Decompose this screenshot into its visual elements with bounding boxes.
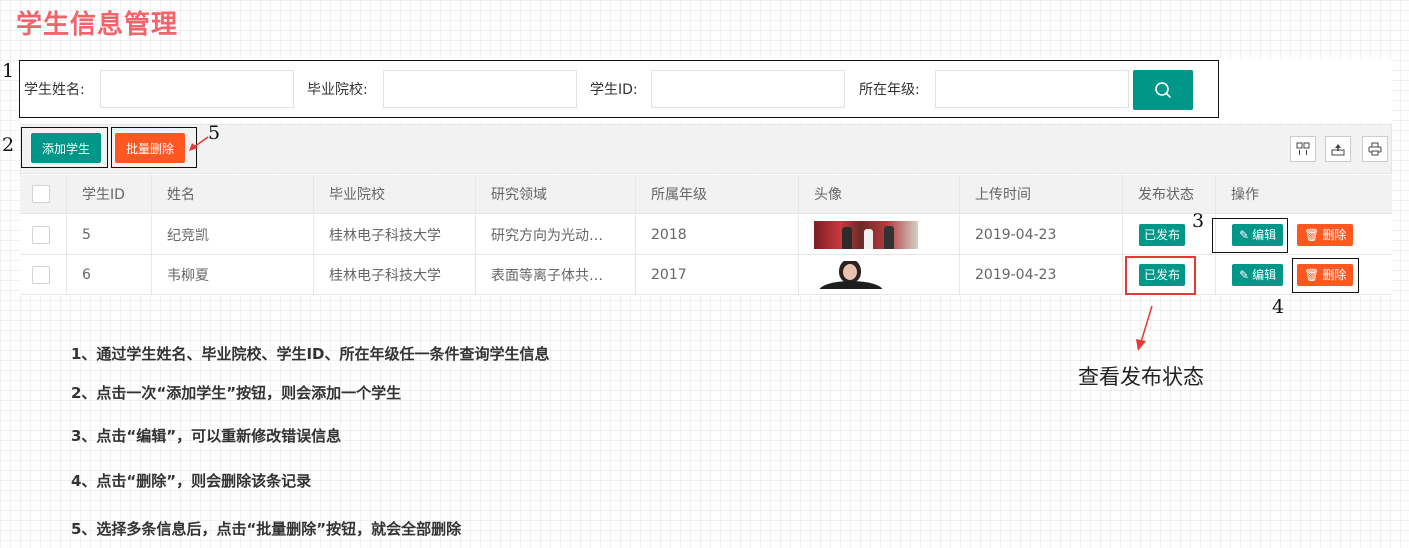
row-select-cell	[20, 215, 67, 254]
header-cell: 头像	[799, 175, 960, 213]
columns-icon[interactable]	[1290, 136, 1316, 162]
status-badge[interactable]: 已发布	[1139, 223, 1186, 246]
status-caption: 查看发布状态	[1078, 365, 1204, 389]
row-checkbox[interactable]	[32, 225, 50, 244]
annotation-box-batch-delete	[111, 127, 197, 168]
pencil-icon: ✎	[1239, 267, 1250, 282]
edit-label: 编辑	[1252, 268, 1277, 282]
cell-research-field: 研究方向为光动…	[476, 215, 636, 254]
note-1: 1、通过学生姓名、毕业院校、学生ID、所在年级任一条件查询学生信息	[71, 345, 550, 363]
cell-research-field: 表面等离子体共…	[476, 255, 636, 294]
header-select-all	[20, 175, 67, 213]
cell-student-id: 5	[67, 215, 152, 254]
table-row: 5 纪竞凯 桂林电子科技大学 研究方向为光动… 2018 2019-04-23 …	[20, 215, 1392, 255]
select-all-checkbox[interactable]	[32, 185, 50, 203]
header-cell: 学生ID	[67, 175, 152, 213]
cell-avatar	[799, 215, 960, 254]
note-2: 2、点击一次“添加学生”按钮，则会添加一个学生	[71, 384, 402, 402]
header-cell: 上传时间	[960, 175, 1123, 213]
annotation-number-2: 2	[2, 134, 15, 156]
cell-upload-time: 2019-04-23	[960, 215, 1123, 254]
cell-avatar	[799, 255, 960, 294]
header-cell: 毕业院校	[314, 175, 476, 213]
header-cell: 操作	[1231, 187, 1259, 203]
row-checkbox[interactable]	[32, 265, 50, 284]
annotation-box-delete	[1292, 258, 1359, 293]
delete-label: 删除	[1322, 228, 1347, 242]
note-5: 5、选择多条信息后，点击“批量删除”按钮，就会全部删除	[71, 520, 462, 538]
cell-student-id: 6	[67, 255, 152, 294]
note-4: 4、点击“删除”，则会删除该条记录	[71, 472, 312, 490]
annotation-box-status	[1125, 256, 1196, 295]
note-3: 3、点击“编辑”，可以重新修改错误信息	[71, 427, 342, 445]
annotation-number-1: 1	[2, 60, 15, 82]
avatar	[814, 220, 918, 249]
cell-school: 桂林电子科技大学	[314, 255, 476, 294]
arrow-to-batch-delete	[189, 136, 209, 151]
annotation-number-3: 3	[1192, 210, 1205, 232]
header-cell: 研究领域	[476, 175, 636, 213]
cell-name: 纪竞凯	[152, 215, 314, 254]
header-cell: 发布状态	[1123, 175, 1216, 213]
annotation-number-4: 4	[1272, 296, 1285, 318]
header-cell: 姓名	[152, 175, 314, 213]
cell-name: 韦柳夏	[152, 255, 314, 294]
cell-upload-time: 2019-04-23	[960, 255, 1123, 294]
table-toolbar	[20, 124, 1392, 174]
arrow-to-status	[1136, 305, 1153, 351]
cell-school: 桂林电子科技大学	[314, 215, 476, 254]
print-icon[interactable]	[1362, 136, 1388, 162]
annotation-box-search	[19, 60, 1219, 118]
trash-icon: 🗑	[1304, 227, 1320, 242]
annotation-box-add	[21, 127, 108, 168]
delete-button[interactable]: 🗑 删除	[1297, 223, 1354, 246]
row-select-cell	[20, 255, 67, 294]
page-title: 学生信息管理	[16, 10, 179, 40]
table-header-row: 学生ID 姓名 毕业院校 研究领域 所属年级 头像 上传时间 发布状态 操作	[20, 175, 1392, 214]
header-cell: 所属年级	[636, 175, 799, 213]
edit-button[interactable]: ✎ 编辑	[1232, 263, 1284, 286]
annotation-box-edit	[1212, 218, 1288, 253]
avatar	[814, 260, 918, 289]
cell-grade: 2018	[636, 215, 799, 254]
cell-grade: 2017	[636, 255, 799, 294]
export-icon[interactable]	[1325, 136, 1351, 162]
